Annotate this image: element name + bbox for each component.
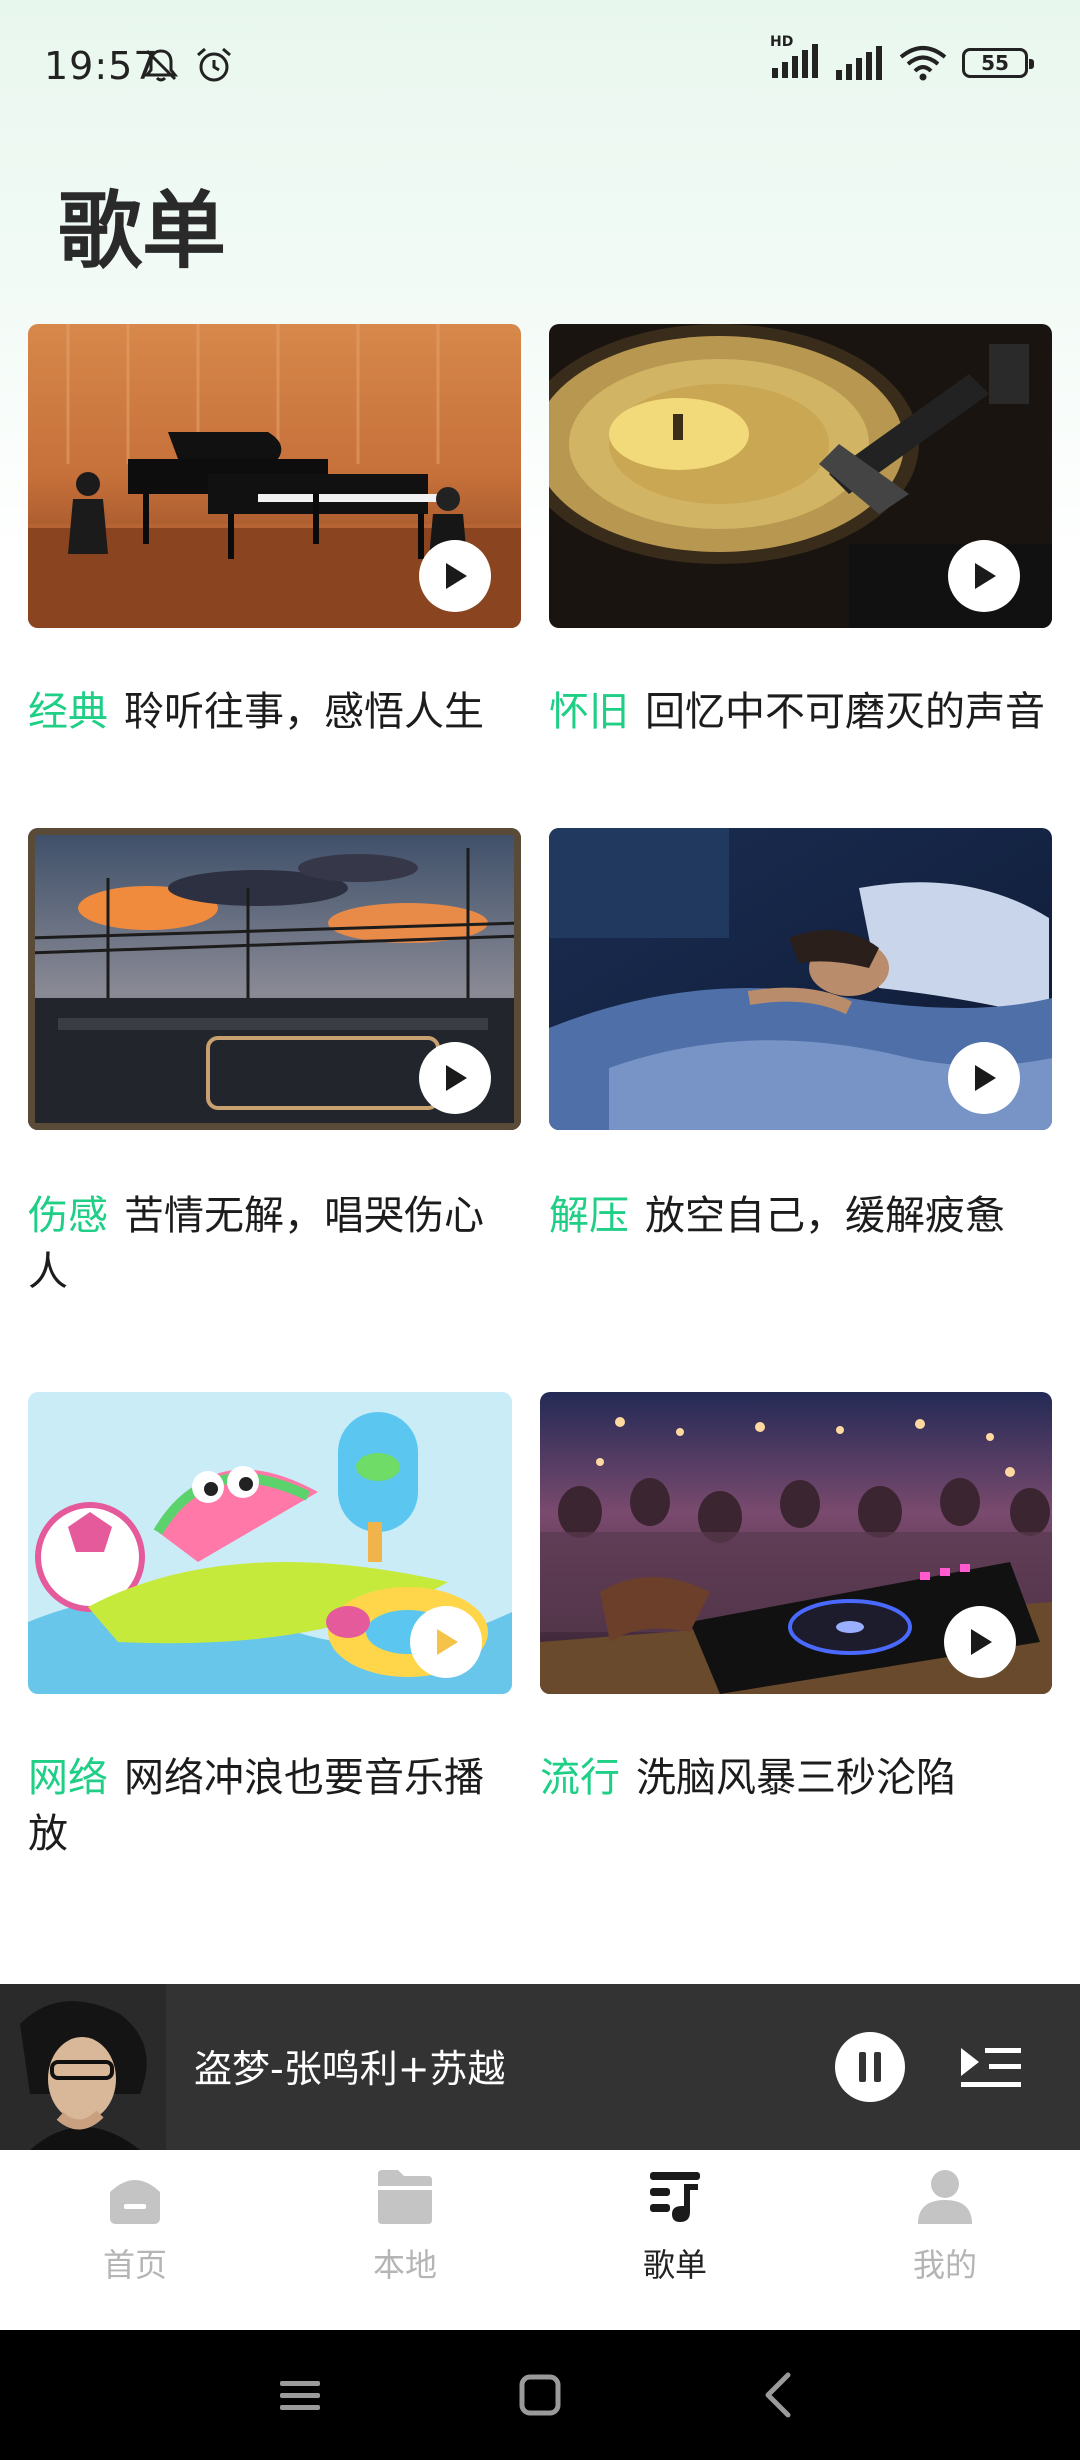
play-icon [975,1065,996,1091]
playlist-desc: 回忆中不可磨灭的声音 [645,689,1045,735]
bottom-nav: 首页 本地 歌单 我的 [0,2150,1080,2330]
playlist-tag: 流行 [540,1755,620,1801]
playlist-card[interactable]: 经典 聆听往事，感悟人生 [28,324,521,804]
folder-icon [378,2170,432,2224]
playlist-tag: 经典 [28,689,108,735]
playlist-card[interactable]: 伤感 苦情无解，唱哭伤心人 [28,828,521,1308]
wifi-icon [899,46,947,81]
playlist-tag: 伤感 [28,1193,108,1239]
play-icon [975,563,996,589]
nav-label: 我的 [912,2246,977,2284]
playlist-cover[interactable] [549,828,1052,1130]
home-icon [110,2180,160,2224]
playlist-icon [650,2172,700,2222]
playlist-tag: 怀旧 [549,689,629,735]
playlist-card[interactable]: 网络 网络冲浪也要音乐播放 [28,1392,512,1872]
playlist-caption: 伤感 苦情无解，唱哭伤心人 [28,1188,521,1300]
playlist-caption: 流行 洗脑风暴三秒沦陷 [540,1750,1052,1806]
back-icon[interactable] [752,2367,808,2423]
playlist-tag: 网络 [28,1755,108,1801]
play-icon [971,1629,992,1655]
now-playing-title: 盗梦-张鸣利+苏越 [194,2047,506,2091]
system-nav-bar [0,2330,1080,2460]
play-button[interactable] [948,540,1020,612]
signal-icon: HD [770,34,820,82]
playlist-cover[interactable] [28,828,521,1130]
playlist-card[interactable]: 解压 放空自己，缓解疲惫 [549,828,1052,1308]
mute-icon [143,49,179,82]
nav-label: 本地 [372,2246,437,2284]
play-button[interactable] [944,1606,1016,1678]
play-icon [446,1065,467,1091]
nav-item-local[interactable]: 本地 [270,2150,540,2330]
play-button[interactable] [948,1042,1020,1114]
playlist-caption: 怀旧 回忆中不可磨灭的声音 [549,684,1052,740]
pause-icon [859,2052,881,2082]
playlist-card[interactable]: 怀旧 回忆中不可磨灭的声音 [549,324,1052,804]
playlist-caption: 网络 网络冲浪也要音乐播放 [28,1750,512,1862]
play-button[interactable] [410,1606,482,1678]
alarm-icon [197,47,231,82]
playlist-desc: 聆听往事，感悟人生 [124,689,484,735]
nav-label: 歌单 [642,2246,707,2284]
playlist-desc: 放空自己，缓解疲惫 [645,1193,1005,1239]
signal-icon [836,46,882,80]
playlist-caption: 经典 聆听往事，感悟人生 [28,684,521,740]
pause-button[interactable] [835,2032,905,2102]
battery-icon: 55 [962,48,1034,78]
playlist-cover[interactable] [540,1392,1052,1694]
nav-item-profile[interactable]: 我的 [810,2150,1080,2330]
mini-player[interactable]: 盗梦-张鸣利+苏越 [0,1984,1080,2150]
profile-icon [918,2170,972,2224]
playlist-cover[interactable] [28,324,521,628]
playlist-caption: 解压 放空自己，缓解疲惫 [549,1188,1052,1244]
menu-icon[interactable] [272,2367,328,2423]
play-icon [437,1629,458,1655]
playlist-cover[interactable] [28,1392,512,1694]
page-title: 歌单 [58,182,227,280]
play-button[interactable] [419,1042,491,1114]
queue-button[interactable] [955,2032,1027,2102]
queue-icon [961,2048,1021,2087]
playlist-card[interactable]: 流行 洗脑风暴三秒沦陷 [540,1392,1052,1872]
play-icon [446,563,467,589]
nav-label: 首页 [102,2246,167,2284]
playlist-tag: 解压 [549,1193,629,1239]
status-bar: 19:57 HD 55 [0,0,1080,130]
playlist-cover[interactable] [549,324,1052,628]
nav-item-home[interactable]: 首页 [0,2150,270,2330]
playlist-desc: 洗脑风暴三秒沦陷 [636,1755,956,1801]
nav-item-playlist[interactable]: 歌单 [540,2150,810,2330]
album-cover[interactable] [0,1984,166,2150]
home-square-icon[interactable] [512,2367,568,2423]
play-button[interactable] [419,540,491,612]
